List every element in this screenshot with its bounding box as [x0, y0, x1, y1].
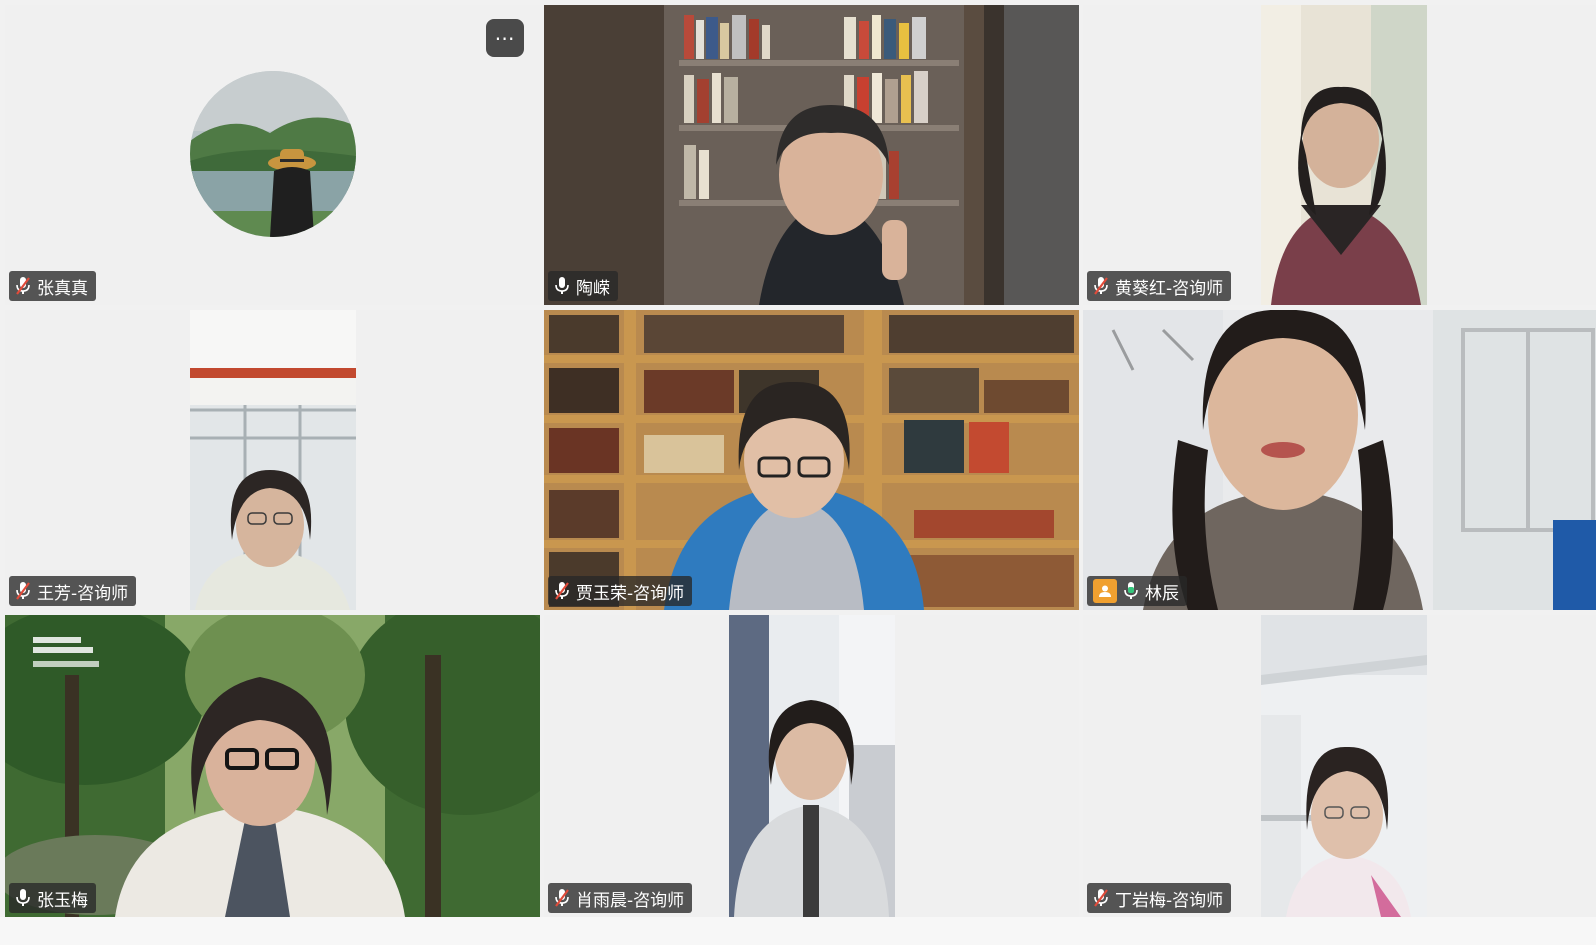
mic-speaking-icon	[1123, 581, 1139, 601]
participant-tile-ding-yanmei[interactable]: 丁岩梅-咨询师	[1083, 615, 1596, 917]
mic-muted-icon	[1093, 888, 1109, 908]
participant-name: 黄葵红-咨询师	[1115, 278, 1224, 299]
participant-video	[544, 5, 1079, 305]
participant-video	[189, 310, 356, 610]
participant-name: 王芳-咨询师	[37, 583, 129, 604]
mic-icon	[554, 276, 570, 296]
mic-icon	[15, 888, 31, 908]
participant-tile-wang-fang[interactable]: 王芳-咨询师	[5, 310, 540, 610]
mic-muted-icon	[15, 581, 31, 601]
participant-name: 贾玉荣-咨询师	[576, 583, 685, 604]
participant-name-tag: 林辰	[1087, 576, 1187, 606]
participant-tile-lin-chen[interactable]: 林辰	[1083, 310, 1596, 610]
participant-name: 肖雨晨-咨询师	[576, 890, 685, 911]
participant-name-tag: 贾玉荣-咨询师	[548, 576, 693, 606]
bottom-bar	[0, 917, 1596, 945]
participant-name: 林辰	[1145, 583, 1179, 604]
participant-name: 陶嵘	[576, 278, 610, 299]
participant-tile-jia-yurong[interactable]: 贾玉荣-咨询师	[544, 310, 1079, 610]
participant-avatar	[189, 71, 356, 237]
mic-muted-icon	[1093, 276, 1109, 296]
participant-video	[1083, 310, 1596, 610]
participant-tile-huang-kuihong[interactable]: 黄葵红-咨询师	[1083, 5, 1596, 305]
mic-muted-icon	[15, 276, 31, 296]
participant-name: 张玉梅	[37, 890, 88, 911]
video-grid: ⋯ 张真真 陶嵘 黄葵红-咨询师 王芳-咨询师 贾玉荣-咨询师 林辰 张玉梅 肖…	[5, 5, 1596, 917]
participant-video	[544, 310, 1079, 610]
participant-video	[5, 615, 540, 917]
participant-tile-zhang-zhenzhen[interactable]: ⋯ 张真真	[5, 5, 540, 305]
participant-name-tag: 张真真	[9, 271, 96, 301]
participant-tile-tao-rong[interactable]: 陶嵘	[544, 5, 1079, 305]
participant-name-tag: 王芳-咨询师	[9, 576, 137, 606]
participant-name-tag: 张玉梅	[9, 883, 96, 913]
participant-video	[728, 615, 895, 917]
participant-video	[1260, 615, 1427, 917]
more-options-button[interactable]: ⋯	[486, 19, 524, 57]
participant-name: 张真真	[37, 278, 88, 299]
mic-muted-icon	[554, 581, 570, 601]
host-icon	[1093, 579, 1117, 603]
participant-name-tag: 肖雨晨-咨询师	[548, 883, 693, 913]
participant-name-tag: 丁岩梅-咨询师	[1087, 883, 1232, 913]
participant-video	[1260, 5, 1427, 305]
participant-tile-zhang-yumei[interactable]: 张玉梅	[5, 615, 540, 917]
participant-name-tag: 黄葵红-咨询师	[1087, 271, 1232, 301]
participant-name: 丁岩梅-咨询师	[1115, 890, 1224, 911]
participant-name-tag: 陶嵘	[548, 271, 618, 301]
mic-muted-icon	[554, 888, 570, 908]
participant-tile-xiao-yuchen[interactable]: 肖雨晨-咨询师	[544, 615, 1079, 917]
